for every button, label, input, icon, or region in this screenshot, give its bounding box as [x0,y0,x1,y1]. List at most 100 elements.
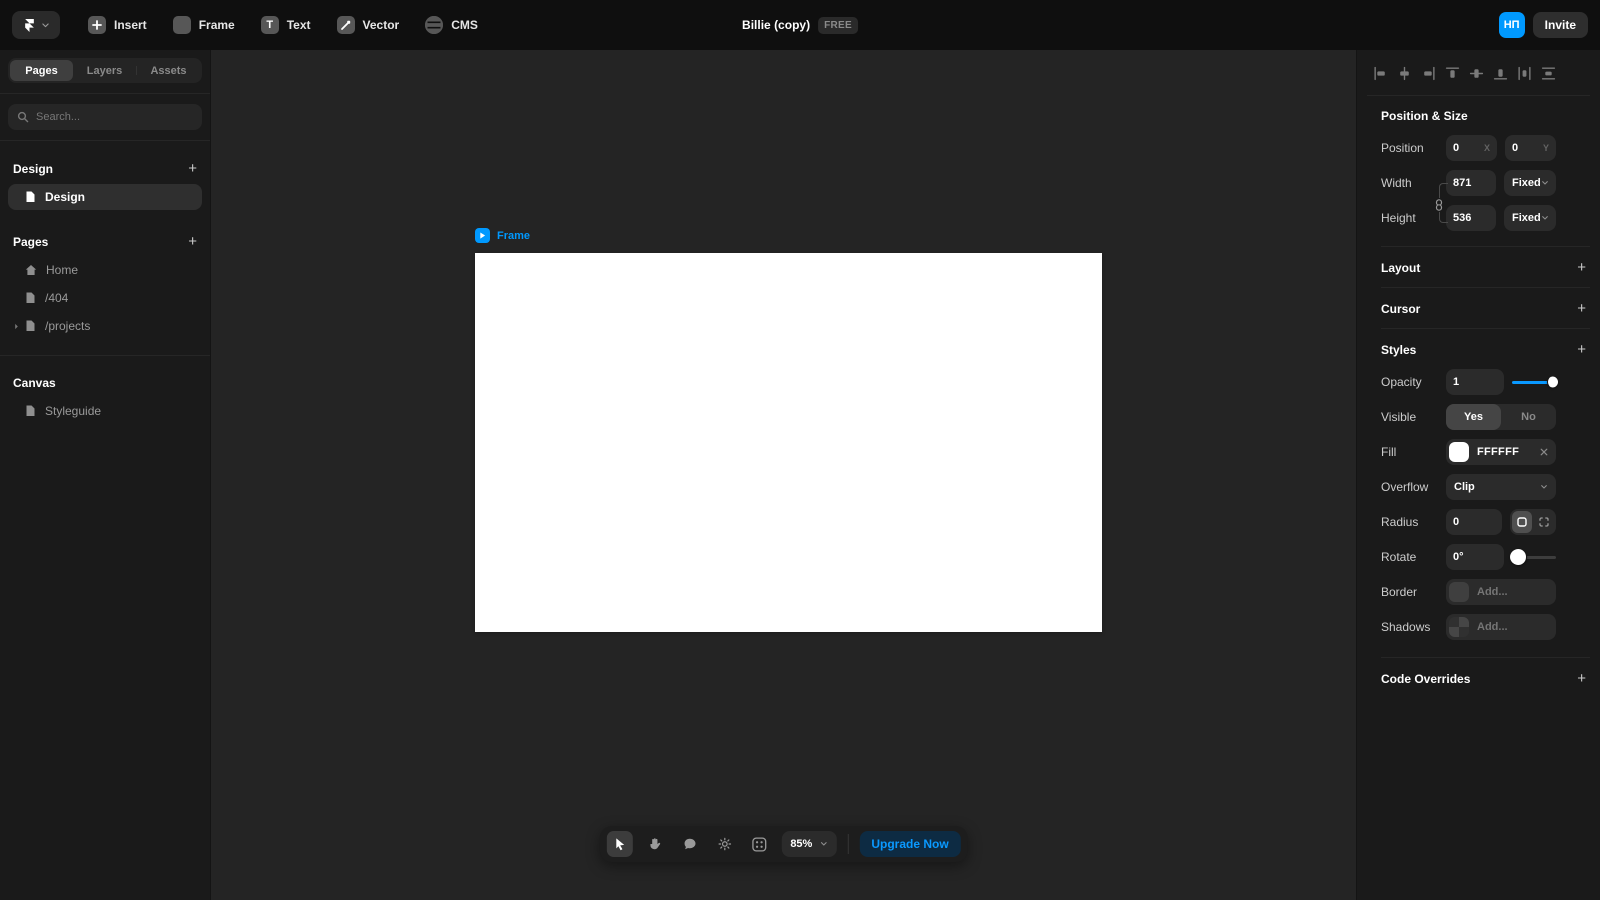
sidebar-item-styleguide[interactable]: Styleguide [8,398,202,424]
radius-input[interactable] [1453,516,1495,528]
distribute-horizontal-icon[interactable] [1517,66,1532,81]
zoom-level-select[interactable]: 85% [781,831,836,857]
position-x-field[interactable]: X [1446,135,1497,161]
invite-button[interactable]: Invite [1533,12,1588,38]
user-avatar[interactable]: HП [1499,12,1525,38]
position-x-input[interactable] [1453,142,1484,154]
height-mode-value: Fixed [1512,212,1541,224]
slider-knob[interactable] [1547,377,1558,388]
select-tool-button[interactable] [606,831,632,857]
comment-tool-button[interactable] [676,831,702,857]
link-icon[interactable] [1434,198,1444,212]
visible-no-option[interactable]: No [1501,404,1556,430]
add-style-button[interactable]: + [1577,342,1586,357]
frame-layer-label[interactable]: Frame [475,228,530,243]
rotate-slider[interactable] [1512,556,1556,559]
add-cursor-button[interactable]: + [1577,301,1586,316]
tab-assets[interactable]: Assets [137,60,200,81]
cms-tool-icon [425,16,443,34]
radius-per-corner-option[interactable] [1534,511,1554,533]
radius-field[interactable] [1446,509,1502,535]
search-input[interactable] [36,111,193,123]
sidebar-item-design[interactable]: Design [8,184,202,210]
aspect-link-bracket [1439,183,1448,223]
vector-tool[interactable]: Vector [337,16,400,34]
align-horizontal-center-icon[interactable] [1397,66,1412,81]
fill-control[interactable]: FFFFFF [1446,439,1556,465]
chevron-down-icon [1541,179,1549,187]
align-bottom-icon[interactable] [1493,66,1508,81]
radius-uniform-option[interactable] [1512,511,1532,533]
height-field[interactable] [1446,205,1496,231]
canvas-section-header: Canvas [8,366,202,398]
shadows-add-control[interactable]: Add... [1446,614,1556,640]
frame-tool[interactable]: Frame [173,16,235,34]
position-y-input[interactable] [1512,142,1543,154]
add-design-page-button[interactable]: + [188,161,197,176]
vector-tool-icon [337,16,355,34]
fill-label: Fill [1381,445,1446,459]
height-mode-select[interactable]: Fixed [1504,205,1556,231]
rotate-label: Rotate [1381,550,1446,564]
section-title: Layout [1381,261,1420,275]
opacity-field[interactable] [1446,369,1504,395]
overflow-select[interactable]: Clip [1446,474,1556,500]
border-swatch [1449,582,1469,602]
align-right-icon[interactable] [1421,66,1436,81]
opacity-input[interactable] [1453,376,1497,388]
topbar-right: HП Invite [1499,12,1588,38]
search-field[interactable] [8,104,202,130]
x-suffix: X [1484,143,1490,153]
theme-toggle-button[interactable] [711,831,737,857]
rotate-input[interactable] [1453,551,1497,563]
opacity-slider[interactable] [1512,381,1556,384]
section-title: Canvas [13,376,56,390]
align-top-icon[interactable] [1445,66,1460,81]
width-mode-select[interactable]: Fixed [1504,170,1556,196]
visible-yes-option[interactable]: Yes [1446,404,1501,430]
add-page-button[interactable]: + [188,234,197,249]
chevron-right-icon[interactable] [13,323,20,330]
text-tool[interactable]: T Text [261,16,311,34]
search-icon [17,111,29,123]
sidebar-item-home[interactable]: Home [8,257,202,283]
rotate-field[interactable] [1446,544,1504,570]
width-field[interactable] [1446,170,1496,196]
width-input[interactable] [1453,177,1489,189]
insert-tool[interactable]: Insert [88,16,147,34]
pan-tool-button[interactable] [641,831,667,857]
inspector-panel: Position & Size Position X Y Width [1356,50,1600,900]
app-menu-button[interactable] [12,11,60,39]
canvas-area[interactable]: Frame [211,50,1356,900]
distribute-vertical-icon[interactable] [1541,66,1556,81]
add-code-override-button[interactable]: + [1577,671,1586,686]
sidebar-item-projects[interactable]: /projects [8,313,202,339]
sidebar-item-404[interactable]: /404 [8,285,202,311]
visible-row: Visible Yes No [1357,404,1600,430]
align-left-icon[interactable] [1373,66,1388,81]
sun-icon [717,837,731,851]
framer-app: Insert Frame T Text Vector CMS [0,0,1600,900]
border-add-control[interactable]: Add... [1446,579,1556,605]
align-vertical-center-icon[interactable] [1469,66,1484,81]
height-input[interactable] [1453,212,1489,224]
fill-color-swatch[interactable] [1449,442,1469,462]
design-frame[interactable] [475,253,1102,632]
remove-fill-icon[interactable] [1540,448,1548,456]
add-layout-button[interactable]: + [1577,260,1586,275]
slider-knob[interactable] [1510,549,1527,565]
position-row: Position X Y [1357,135,1600,161]
tab-layers[interactable]: Layers [73,60,136,81]
corners-icon [1539,517,1549,527]
upgrade-now-button[interactable]: Upgrade Now [859,831,960,857]
cms-tool[interactable]: CMS [425,16,478,34]
shadows-add-placeholder: Add... [1477,621,1508,633]
left-sidebar: Pages Layers Assets Design + Design Pag [0,50,211,900]
tab-pages[interactable]: Pages [10,60,73,81]
position-y-field[interactable]: Y [1505,135,1556,161]
document-title-group[interactable]: Billie (copy) FREE [742,17,858,34]
topbar: Insert Frame T Text Vector CMS [0,0,1600,50]
apps-grid-button[interactable] [746,831,772,857]
height-label: Height [1381,211,1446,225]
radius-mode-group [1510,509,1556,535]
